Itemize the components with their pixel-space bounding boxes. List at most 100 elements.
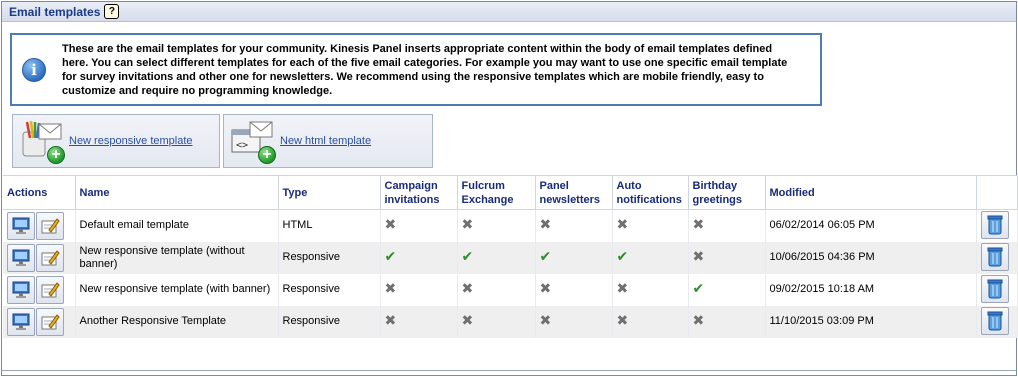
row-actions: [3, 209, 76, 242]
row-panel-flag: ✖: [535, 209, 613, 242]
cross-icon: ✖: [384, 280, 397, 296]
row-auto-flag: ✖: [612, 273, 689, 306]
col-campaign-invitations[interactable]: Campaign invitations: [380, 175, 458, 210]
row-birthday-flag: ✖: [688, 305, 766, 338]
monitor-icon[interactable]: [7, 243, 35, 272]
new-html-template-tile[interactable]: <> + New html template: [223, 114, 433, 168]
cross-icon: ✖: [539, 312, 552, 328]
row-campaign-flag: ✖: [380, 305, 458, 338]
check-icon: ✔: [692, 280, 705, 296]
monitor-icon[interactable]: [7, 275, 35, 304]
templates-table: Actions Name Type Campaign invitations Fu…: [3, 175, 1018, 338]
trash-can-icon[interactable]: [980, 211, 1009, 240]
edit-pencil-icon[interactable]: [36, 275, 64, 304]
help-icon[interactable]: ?: [104, 4, 120, 19]
cross-icon: ✖: [539, 216, 552, 233]
row-auto-flag: ✔: [612, 241, 689, 274]
row-name: Default email template: [75, 209, 279, 242]
row-birthday-flag: ✔: [688, 273, 766, 306]
row-modified: 06/02/2014 06:05 PM: [765, 209, 977, 242]
new-responsive-template-tile[interactable]: + New responsive template: [12, 114, 220, 168]
row-name: New responsive template (without banner): [75, 241, 279, 274]
row-fulcrum-flag: ✖: [457, 273, 536, 306]
edit-pencil-icon[interactable]: [36, 307, 64, 336]
trash-can-icon[interactable]: [980, 243, 1009, 271]
row-campaign-flag: ✖: [380, 273, 458, 306]
svg-text:<>: <>: [236, 140, 248, 151]
cross-icon: ✖: [692, 312, 705, 328]
col-auto-notifications[interactable]: Auto notifications: [612, 175, 689, 210]
new-responsive-template-link[interactable]: New responsive template: [69, 135, 193, 147]
row-panel-flag: ✔: [535, 241, 613, 274]
table-header-row: Actions Name Type Campaign invitations Fu…: [3, 175, 1018, 210]
row-modified: 10/06/2015 04:36 PM: [765, 241, 977, 274]
check-icon: ✔: [384, 248, 397, 264]
cross-icon: ✖: [461, 280, 474, 296]
email-templates-panel: Email templates ? i These are the email …: [1, 1, 1018, 376]
col-modified[interactable]: Modified: [765, 175, 977, 210]
row-actions: [3, 241, 76, 274]
monitor-icon[interactable]: [7, 211, 35, 240]
col-fulcrum-exchange[interactable]: Fulcrum Exchange: [457, 175, 536, 210]
row-auto-flag: ✖: [612, 209, 689, 242]
table-row: New responsive template (with banner) Res…: [3, 273, 1018, 306]
row-panel-flag: ✖: [535, 305, 613, 338]
row-actions: [3, 273, 76, 306]
cross-icon: ✖: [539, 280, 552, 296]
table-row: Another Responsive Template Responsive ✖ ✖ ✖…: [3, 305, 1018, 338]
trash-can-icon[interactable]: [980, 307, 1009, 335]
new-html-template-link[interactable]: New html template: [280, 135, 371, 147]
row-type: Responsive: [278, 273, 381, 306]
row-delete: [976, 305, 1018, 338]
table-body: Default email template HTML ✖ ✖ ✖ ✖ ✖ 06/02/201…: [3, 209, 1018, 338]
plus-icon: +: [47, 146, 65, 164]
cross-icon: ✖: [461, 312, 474, 328]
edit-pencil-icon[interactable]: [36, 243, 64, 272]
panel-title: Email templates: [9, 4, 101, 19]
col-delete: [976, 175, 1018, 210]
row-name: New responsive template (with banner): [75, 273, 279, 306]
row-delete: [976, 209, 1018, 242]
row-campaign-flag: ✔: [380, 241, 458, 274]
col-type[interactable]: Type: [278, 175, 381, 210]
col-panel-newsletters[interactable]: Panel newsletters: [535, 175, 613, 210]
cross-icon: ✖: [692, 216, 705, 233]
cross-icon: ✖: [616, 216, 629, 233]
panel-header: Email templates ?: [2, 2, 1016, 22]
row-type: HTML: [278, 209, 381, 242]
check-icon: ✔: [616, 248, 629, 264]
table-row: New responsive template (without banner)…: [3, 241, 1018, 274]
row-auto-flag: ✖: [612, 305, 689, 338]
bottom-divider: [2, 370, 1016, 371]
trash-can-icon[interactable]: [980, 275, 1009, 303]
row-type: Responsive: [278, 241, 381, 274]
row-modified: 09/02/2015 10:18 AM: [765, 273, 977, 306]
cross-icon: ✖: [616, 312, 629, 328]
plus-icon: +: [258, 146, 276, 164]
row-delete: [976, 273, 1018, 306]
col-actions: Actions: [3, 175, 76, 210]
col-birthday-greetings[interactable]: Birthday greetings: [688, 175, 766, 210]
monitor-icon[interactable]: [7, 307, 35, 336]
cross-icon: ✖: [461, 216, 474, 233]
row-panel-flag: ✖: [535, 273, 613, 306]
info-message: i These are the email templates for your…: [10, 33, 822, 106]
row-modified: 11/10/2015 03:09 PM: [765, 305, 977, 338]
edit-pencil-icon[interactable]: [36, 211, 64, 240]
table-row: Default email template HTML ✖ ✖ ✖ ✖ ✖ 06/02/201…: [3, 209, 1018, 242]
row-campaign-flag: ✖: [380, 209, 458, 242]
row-delete: [976, 241, 1018, 274]
row-fulcrum-flag: ✖: [457, 209, 536, 242]
row-fulcrum-flag: ✖: [457, 305, 536, 338]
check-icon: ✔: [461, 248, 474, 264]
cross-icon: ✖: [384, 216, 397, 233]
row-actions: [3, 305, 76, 338]
cross-icon: ✖: [384, 312, 397, 328]
row-birthday-flag: ✖: [688, 209, 766, 242]
info-text: These are the email templates for your c…: [62, 42, 788, 97]
check-icon: ✔: [539, 248, 552, 264]
row-birthday-flag: ✖: [688, 241, 766, 274]
col-name[interactable]: Name: [75, 175, 279, 210]
responsive-template-icon: +: [19, 118, 65, 164]
html-template-icon: <> +: [230, 118, 276, 164]
